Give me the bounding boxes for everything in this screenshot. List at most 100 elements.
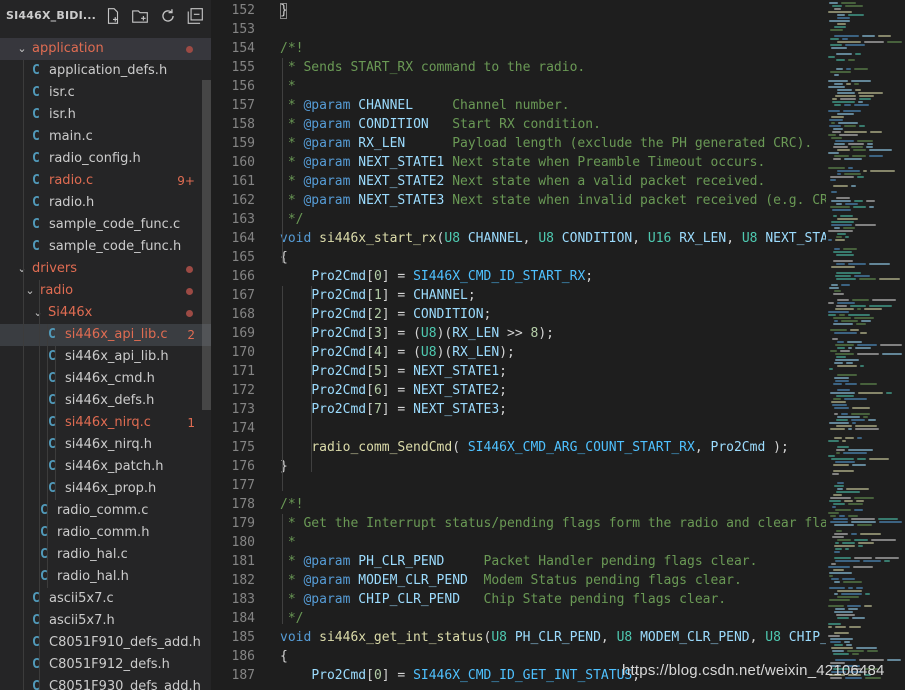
code-line[interactable]: * Sends START_RX command to the radio. [280,58,585,77]
code-token: SI446X_CMD_ARG_COUNT_START_RX [467,440,695,455]
file-item[interactable]: Csi446x_patch.h [0,456,211,478]
minimap[interactable] [826,0,905,690]
minimap-line [857,176,864,178]
code-line[interactable]: Pro2Cmd[0] = SI446X_CMD_ID_START_RX; [280,267,593,286]
file-item[interactable]: Csi446x_nirq.h [0,434,211,456]
code-line[interactable]: * @param RX_LEN Payload length (exclude … [280,134,812,153]
code-line[interactable]: * Get the Interrupt status/pending flags… [280,514,826,533]
file-item[interactable]: Cisr.c [0,82,211,104]
minimap-line [828,302,834,304]
minimap-line [855,53,861,55]
minimap-line [830,515,836,517]
minimap-line [829,572,852,574]
minimap-line [839,134,858,136]
file-item[interactable]: Cradio_hal.h [0,566,211,588]
code-line[interactable]: Pro2Cmd[4] = (U8)(RX_LEN); [280,343,515,362]
minimap-line [834,290,841,292]
file-item[interactable]: Cmain.c [0,126,211,148]
file-item[interactable]: Cisr.h [0,104,211,126]
code-line[interactable]: * @param PH_CLR_PEND Packet Handler pend… [280,552,758,571]
folder-item[interactable]: ⌄ application [0,38,211,60]
file-item[interactable]: Cradio_hal.c [0,544,211,566]
minimap-line [831,563,836,565]
file-item[interactable]: C C8051F930_defs_add.h [0,676,211,690]
minimap-line [837,302,855,304]
code-editor[interactable]: 152 153 154 155 156 157 158 159 160 161 162 163 164 1… [211,0,905,690]
explorer-scrollbar[interactable] [202,80,211,410]
minimap-line [830,71,851,73]
code-line[interactable]: void si446x_start_rx(U8 CHANNEL, U8 COND… [280,229,826,248]
file-item[interactable]: Csi446x_prop.h [0,478,211,500]
code-line[interactable]: * @param MODEM_CLR_PEND Modem Status pen… [280,571,742,590]
code-line[interactable]: * @param NEXT_STATE2 Next state when a v… [280,172,765,191]
line-number: 184 [231,611,255,626]
file-item[interactable]: Csi446x_defs.h [0,390,211,412]
minimap-line [832,131,841,133]
file-item[interactable]: Csi446x_api_lib.c 2 [0,324,211,346]
file-item[interactable]: Csi446x_cmd.h [0,368,211,390]
code-line[interactable]: Pro2Cmd[6] = NEXT_STATE2; [280,381,507,400]
code-line[interactable]: * @param CONDITION Start RX condition. [280,115,601,134]
line-number: 181 [231,554,255,569]
code-line[interactable]: * @param NEXT_STATE3 Next state when inv… [280,191,826,210]
code-area[interactable]: }/*! * Sends START_RX command to the rad… [280,0,826,690]
file-item[interactable]: Csi446x_nirq.c 1 [0,412,211,434]
file-item[interactable]: Csample_code_func.h [0,236,211,258]
folder-item[interactable]: ⌄ Si446x [0,302,211,324]
file-item[interactable]: C C8051F910_defs_add.h [0,632,211,654]
code-line[interactable]: * @param NEXT_STATE1 Next state when Pre… [280,153,765,172]
code-line[interactable]: Pro2Cmd[3] = (U8)(RX_LEN >> 8); [280,324,554,343]
code-token: CHANNEL [467,231,523,246]
folder-item[interactable]: ⌄ radio [0,280,211,302]
file-label: si446x_cmd.h [65,371,155,386]
collapse-all-icon[interactable] [186,7,204,25]
new-folder-icon[interactable] [131,7,149,25]
file-label: isr.c [49,85,75,100]
file-item[interactable]: C C8051F912_defs.h [0,654,211,676]
code-line[interactable]: * @param CHANNEL Channel number. [280,96,570,115]
code-line[interactable]: */ [280,609,304,628]
minimap-line [837,539,851,541]
code-line[interactable]: Pro2Cmd[5] = NEXT_STATE1; [280,362,507,381]
file-item[interactable]: Cradio.c 9+ [0,170,211,192]
code-line[interactable]: { [280,647,288,666]
code-line[interactable]: void si446x_get_int_status(U8 PH_CLR_PEN… [280,628,826,647]
file-item[interactable]: Cradio_comm.c [0,500,211,522]
code-line[interactable]: Pro2Cmd[7] = NEXT_STATE3; [280,400,507,419]
code-token: 6 [373,383,382,398]
code-line[interactable]: radio_comm_SendCmd( SI446X_CMD_ARG_COUNT… [280,438,788,457]
minimap-line [843,227,855,229]
file-item[interactable]: Cradio.h [0,192,211,214]
code-line[interactable]: */ [280,210,304,229]
minimap-line [833,398,841,400]
minimap-line [844,125,856,127]
minimap-line [859,659,884,661]
code-line[interactable]: Pro2Cmd[0] = SI446X_CMD_ID_GET_INT_STATU… [280,666,640,685]
code-line[interactable]: /*! [280,495,303,514]
minimap-line [835,548,842,550]
minimap-line [848,143,864,145]
minimap-line [830,638,853,640]
minimap-line [862,35,875,37]
file-item[interactable]: Cradio_config.h [0,148,211,170]
file-item[interactable]: Csi446x_api_lib.h [0,346,211,368]
code-token: ] = ( [381,326,421,341]
problem-count-badge: 1 [187,416,195,430]
minimap-line [834,593,838,595]
code-line[interactable]: * @param CHIP_CLR_PEND Chip State pendin… [280,590,726,609]
file-item[interactable]: Cascii5x7.h [0,610,211,632]
new-file-icon[interactable] [104,7,122,25]
code-token: Pro2Cmd [710,440,766,455]
folder-item[interactable]: ⌄ drivers [0,258,211,280]
file-item[interactable]: Cradio_comm.h [0,522,211,544]
file-item[interactable]: Cascii5x7.c [0,588,211,610]
minimap-line [835,359,859,361]
code-token: * [280,117,304,132]
refresh-icon[interactable] [159,7,177,25]
code-line[interactable]: /*! [280,39,303,58]
minimap-line [845,5,863,7]
file-item[interactable]: Csample_code_func.c [0,214,211,236]
minimap-line [829,20,850,22]
code-line[interactable]: Pro2Cmd[1] = CHANNEL; [280,286,475,305]
file-item[interactable]: Capplication_defs.h [0,60,211,82]
